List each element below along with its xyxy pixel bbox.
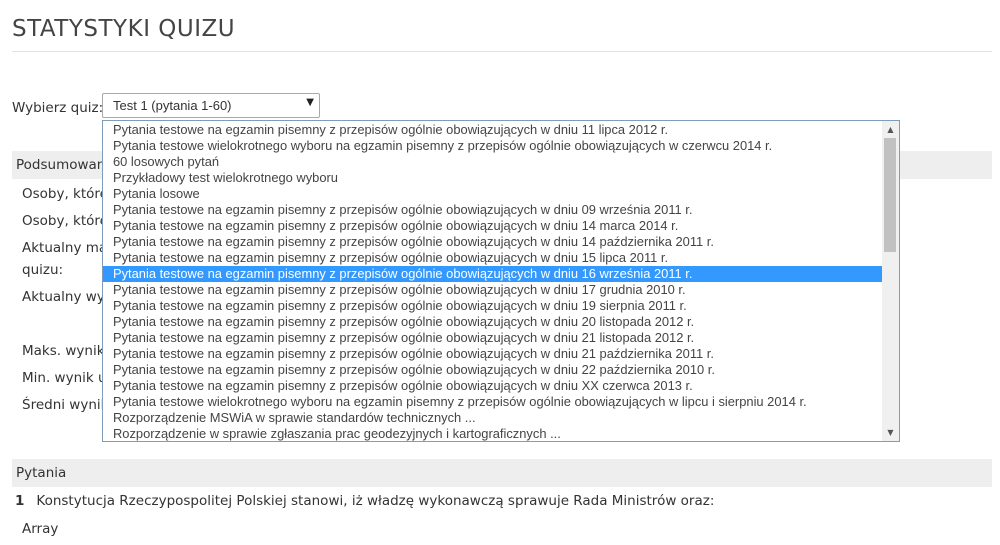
quiz-select[interactable]: Test 1 (pytania 1-60) ▼ <box>102 93 320 118</box>
dropdown-option[interactable]: Pytania testowe na egzamin pisemny z prz… <box>103 122 883 138</box>
dropdown-option[interactable]: Rozporządzenie w sprawie zgłaszania prac… <box>103 426 883 442</box>
questions-section-header: Pytania <box>12 459 992 487</box>
dropdown-option[interactable]: Pytania testowe na egzamin pisemny z prz… <box>103 202 883 218</box>
dropdown-options: Pytania testowe na egzamin pisemny z prz… <box>103 121 883 442</box>
summary-row-label: Średni wynik <box>22 397 109 413</box>
dropdown-option[interactable]: Pytania testowe wielokrotnego wyboru na … <box>103 138 883 154</box>
scroll-up-icon[interactable]: ▲ <box>882 121 899 138</box>
dropdown-option[interactable]: Pytania testowe na egzamin pisemny z prz… <box>103 330 883 346</box>
dropdown-option[interactable]: Pytania losowe <box>103 186 883 202</box>
scroll-down-icon[interactable]: ▼ <box>882 424 899 441</box>
dropdown-option[interactable]: Pytania testowe na egzamin pisemny z prz… <box>103 314 883 330</box>
page-title: STATYSTYKI QUIZU <box>12 16 236 42</box>
summary-row-label: Min. wynik u <box>22 370 107 386</box>
dropdown-option[interactable]: Pytania testowe na egzamin pisemny z prz… <box>103 218 883 234</box>
dropdown-option[interactable]: Pytania testowe na egzamin pisemny z prz… <box>103 234 883 250</box>
summary-row-label: Maks. wynik <box>22 343 105 359</box>
quiz-select-value: Test 1 (pytania 1-60) <box>113 98 232 113</box>
question-text: Konstytucja Rzeczypospolitej Polskiej st… <box>36 493 715 509</box>
dropdown-option[interactable]: Pytania testowe na egzamin pisemny z prz… <box>103 266 883 282</box>
quiz-dropdown-list[interactable]: Pytania testowe na egzamin pisemny z prz… <box>102 120 900 442</box>
dropdown-option[interactable]: Pytania testowe na egzamin pisemny z prz… <box>103 346 883 362</box>
dropdown-option[interactable]: Przykładowy test wielokrotnego wyboru <box>103 170 883 186</box>
question-answer: Array <box>22 521 59 537</box>
chevron-down-icon: ▼ <box>306 97 314 108</box>
summary-row-label: Aktualny ma <box>22 240 108 256</box>
dropdown-option[interactable]: 60 losowych pytań <box>103 154 883 170</box>
question-item: 1 Konstytucja Rzeczypospolitej Polskiej s… <box>15 493 714 509</box>
scroll-thumb[interactable] <box>884 138 896 252</box>
title-divider <box>12 51 992 52</box>
dropdown-option[interactable]: Pytania testowe na egzamin pisemny z prz… <box>103 250 883 266</box>
dropdown-option[interactable]: Pytania testowe na egzamin pisemny z prz… <box>103 362 883 378</box>
dropdown-option[interactable]: Pytania testowe wielokrotnego wyboru na … <box>103 394 883 410</box>
quiz-select-label: Wybierz quiz: <box>12 100 104 116</box>
summary-row-label: Osoby, które <box>22 186 108 202</box>
summary-row-label: Aktualny wyn <box>22 289 114 305</box>
dropdown-option[interactable]: Rozporządzenie MSWiA w sprawie standardó… <box>103 410 883 426</box>
summary-row-label: quizu: <box>22 262 64 278</box>
question-number: 1 <box>15 493 25 509</box>
questions-heading: Pytania <box>16 465 67 481</box>
summary-row-label: Osoby, które <box>22 213 108 229</box>
dropdown-option[interactable]: Pytania testowe na egzamin pisemny z prz… <box>103 298 883 314</box>
dropdown-option[interactable]: Pytania testowe na egzamin pisemny z prz… <box>103 282 883 298</box>
dropdown-option[interactable]: Pytania testowe na egzamin pisemny z prz… <box>103 378 883 394</box>
dropdown-scrollbar[interactable]: ▲ ▼ <box>882 121 899 441</box>
